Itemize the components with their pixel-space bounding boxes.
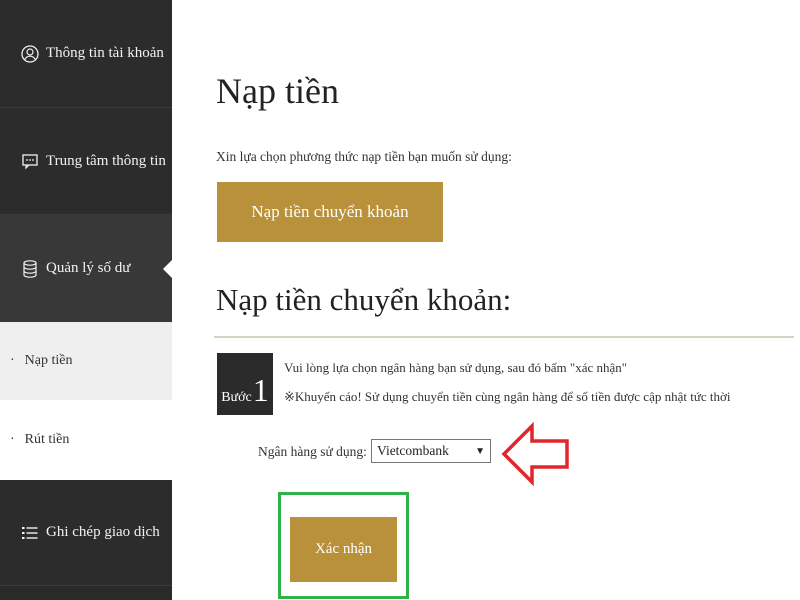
- step-badge: Bước 1: [217, 353, 273, 415]
- sidebar-item-label: Trung tâm thông tin: [46, 152, 166, 169]
- sidebar-subitem-withdraw[interactable]: · Rút tiền: [0, 400, 172, 480]
- sidebar-item-balance[interactable]: Quản lý số dư: [0, 215, 172, 322]
- user-circle-icon: [20, 44, 40, 64]
- section-title: Nạp tiền chuyển khoản:: [216, 282, 512, 317]
- sidebar-item-label: Thông tin tài khoản: [46, 45, 164, 61]
- sidebar-item-label: Ghi chép giao dịch: [46, 524, 160, 540]
- red-arrow-annotation-icon: [501, 421, 569, 487]
- bullet-icon: ·: [10, 432, 15, 447]
- step-instruction: Vui lòng lựa chọn ngân hàng bạn sử dụng,…: [284, 360, 628, 375]
- confirm-button[interactable]: Xác nhận: [290, 517, 397, 582]
- instruction-text: Xin lựa chọn phương thức nạp tiền bạn mu…: [216, 149, 512, 164]
- sidebar-item-transactions[interactable]: Ghi chép giao dịch: [0, 480, 172, 586]
- bank-select[interactable]: Vietcombank ▼: [371, 439, 491, 463]
- page-title: Nạp tiền: [216, 71, 339, 111]
- bank-transfer-method-button[interactable]: Nạp tiền chuyển khoản: [217, 182, 443, 242]
- sidebar-item-info-center[interactable]: Trung tâm thông tin: [0, 108, 172, 215]
- bullet-icon: ·: [10, 353, 15, 368]
- list-icon: [20, 523, 40, 543]
- chevron-down-icon: ▼: [475, 445, 485, 457]
- step-warning: ※Khuyến cáo! Sử dụng chuyển tiền cùng ng…: [284, 389, 731, 404]
- message-icon: [20, 151, 40, 171]
- sidebar-subitem-label: Rút tiền: [24, 432, 70, 447]
- step-word: Bước: [221, 390, 252, 405]
- sidebar-item-label: Quản lý số dư: [46, 260, 131, 276]
- sidebar: Thông tin tài khoản Trung tâm thông tin …: [0, 0, 172, 600]
- bank-select-value: Vietcombank: [377, 443, 449, 458]
- section-divider: [214, 336, 794, 338]
- sidebar-item-account-info[interactable]: Thông tin tài khoản: [0, 0, 172, 108]
- sidebar-subitem-label: Nạp tiền: [24, 353, 73, 368]
- step-number: 1: [252, 372, 269, 408]
- bank-select-label: Ngân hàng sử dụng:: [258, 444, 367, 459]
- sidebar-subitem-deposit[interactable]: · Nạp tiền: [0, 322, 172, 400]
- database-icon: [20, 259, 40, 279]
